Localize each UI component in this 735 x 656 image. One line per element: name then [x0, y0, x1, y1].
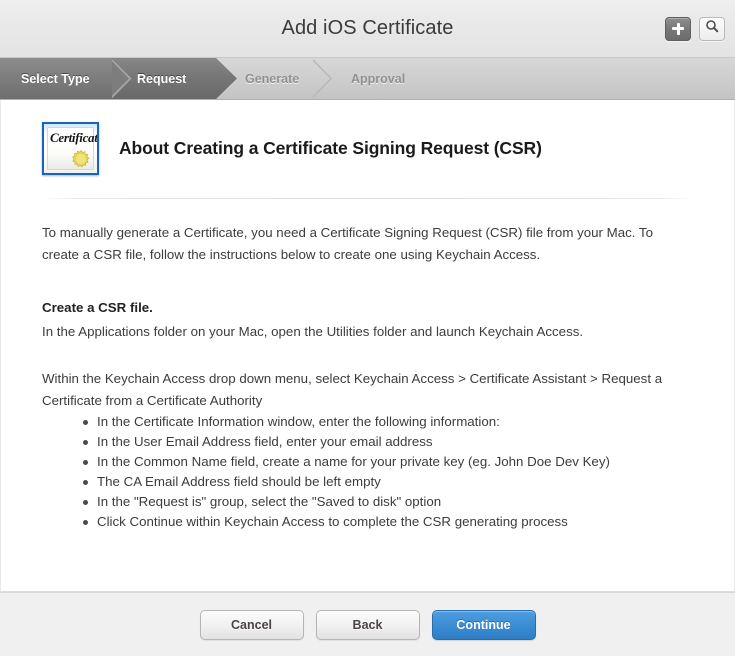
- instructions-body: To manually generate a Certificate, you …: [1, 222, 734, 532]
- wizard-content-panel: Certificate About Creating a Certificate…: [0, 100, 735, 592]
- certificate-icon-caption: Certificate: [50, 130, 99, 145]
- list-item: In the User Email Address field, enter y…: [83, 432, 693, 452]
- step-approval[interactable]: Approval: [343, 58, 453, 99]
- wizard-step-bar: Select Type Request Generate Approval: [0, 58, 735, 100]
- wizard-footer: Cancel Back Continue: [0, 592, 735, 656]
- list-item: The CA Email Address field should be lef…: [83, 472, 693, 492]
- search-icon: [705, 19, 719, 38]
- seal-icon: [72, 150, 90, 168]
- menu-path-paragraph: Within the Keychain Access drop down men…: [42, 371, 663, 408]
- list-item: In the Certificate Information window, e…: [83, 412, 693, 432]
- back-button[interactable]: Back: [315, 609, 420, 640]
- step-divider-3: [312, 58, 334, 99]
- step-select-type[interactable]: Select Type: [0, 58, 112, 99]
- step-label: Approval: [351, 71, 406, 86]
- page-title: Add iOS Certificate: [281, 17, 454, 39]
- step-label: Request: [137, 71, 187, 86]
- list-item: Click Continue within Keychain Access to…: [83, 512, 693, 532]
- certificate-icon: Certificate: [42, 122, 99, 175]
- step-label: Generate: [245, 71, 300, 86]
- add-ios-certificate-window: Add iOS Certificate Select Type Request …: [0, 0, 735, 656]
- section-heading: Create a CSR file.: [42, 300, 153, 315]
- step-arrow-current: [216, 58, 237, 99]
- step-divider-1: [111, 58, 133, 99]
- continue-button[interactable]: Continue: [431, 609, 536, 640]
- add-button[interactable]: [665, 16, 691, 41]
- intro-paragraph: To manually generate a Certificate, you …: [42, 225, 653, 262]
- section-paragraph: In the Applications folder on your Mac, …: [42, 324, 584, 339]
- heading-divider: [42, 198, 693, 199]
- instruction-bullet-list: In the Certificate Information window, e…: [42, 412, 693, 532]
- titlebar-actions: [665, 16, 725, 41]
- list-item: In the Common Name field, create a name …: [83, 452, 693, 472]
- content-heading: About Creating a Certificate Signing Req…: [119, 138, 542, 158]
- page-hero: Certificate About Creating a Certificate…: [1, 100, 734, 175]
- search-button[interactable]: [699, 16, 725, 41]
- step-label: Select Type: [21, 71, 90, 86]
- plus-icon: [672, 22, 684, 35]
- cancel-button[interactable]: Cancel: [199, 609, 304, 640]
- list-item: In the "Request is" group, select the "S…: [83, 492, 693, 512]
- window-titlebar: Add iOS Certificate: [0, 0, 735, 58]
